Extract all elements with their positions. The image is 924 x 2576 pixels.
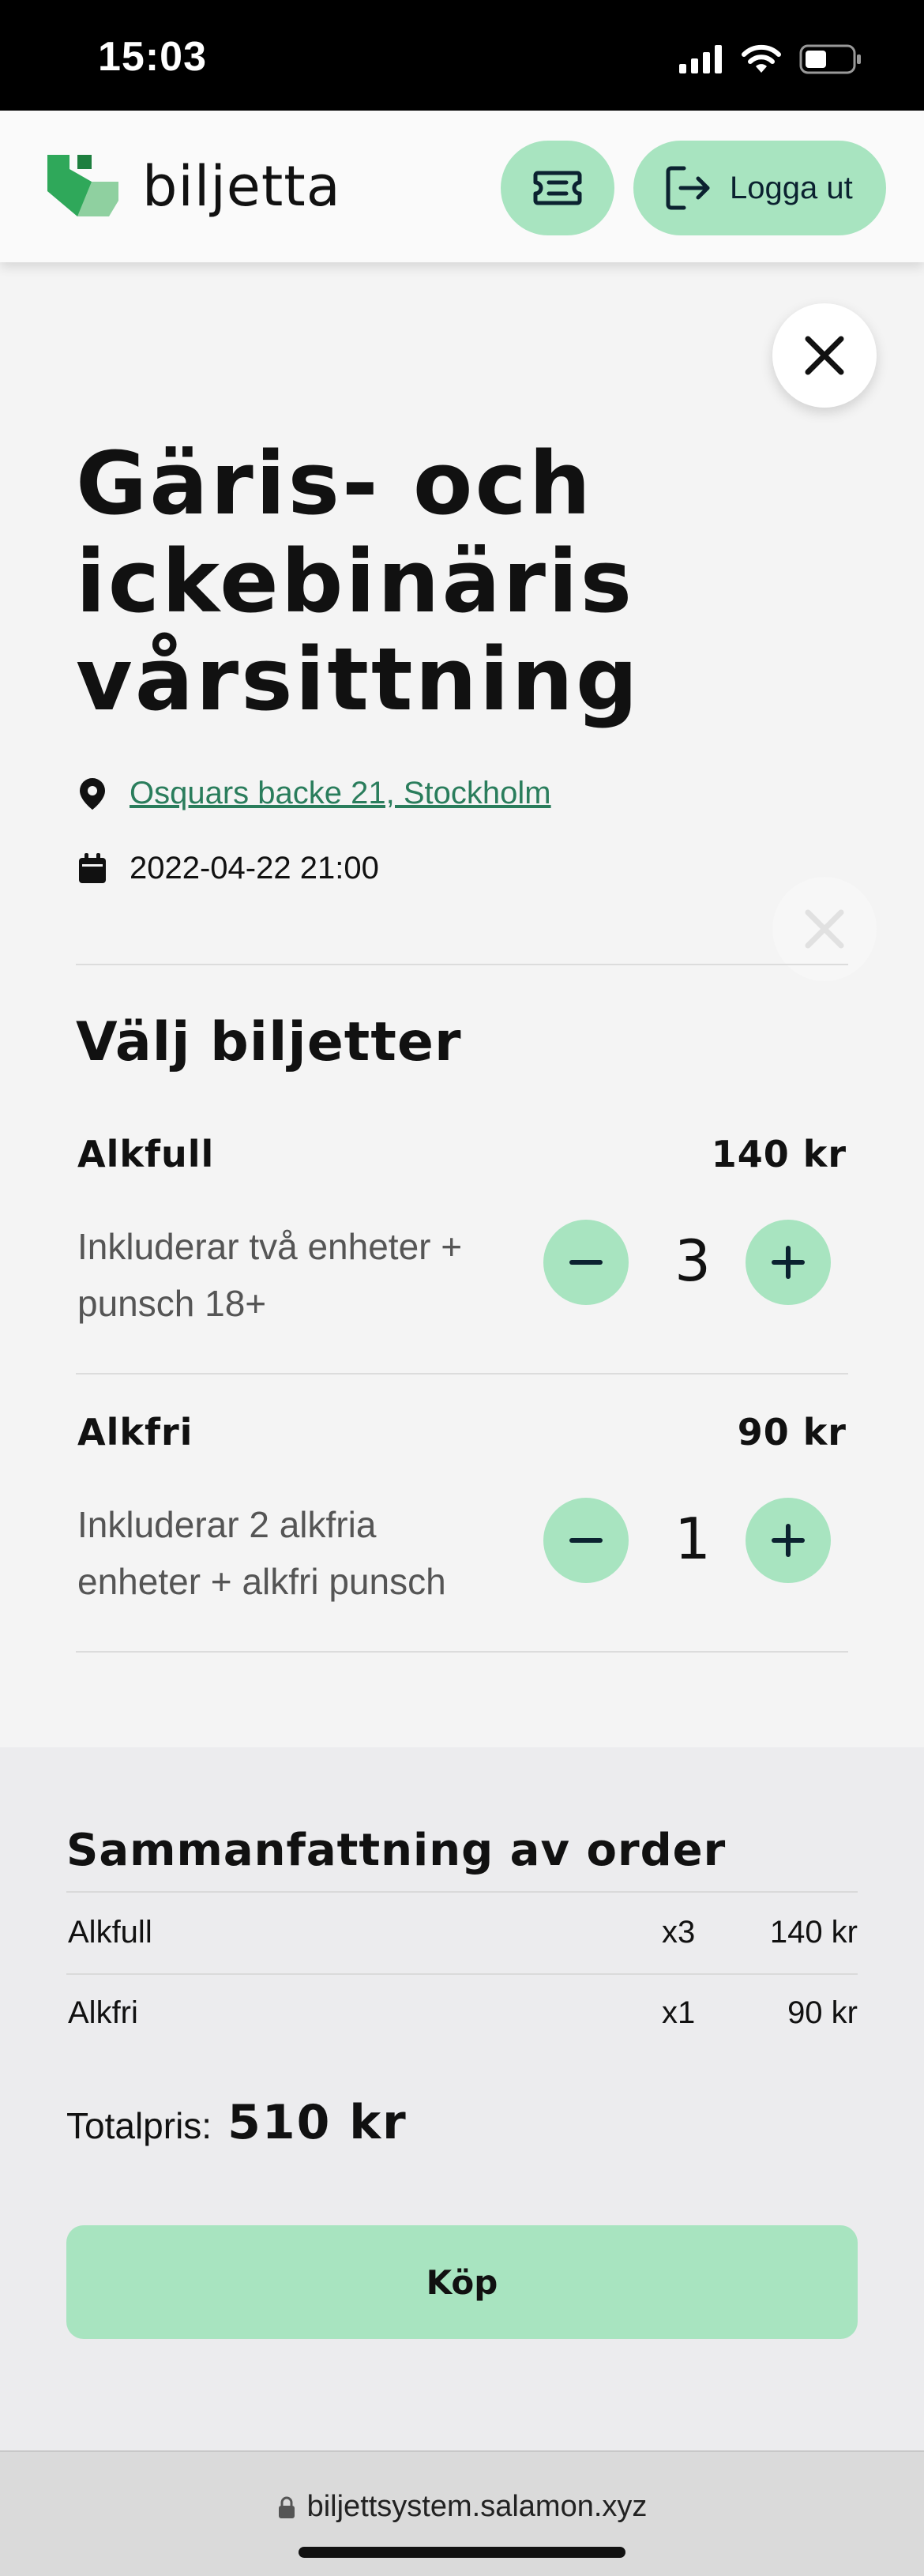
tickets-button[interactable] — [501, 141, 614, 235]
location-pin-icon — [80, 777, 105, 810]
event-location: Osquars backe 21, Stockholm — [77, 776, 551, 811]
plus-icon — [772, 1246, 805, 1279]
summary-item-name: Alkfull — [68, 1915, 152, 1950]
order-summary: Sammanfattning av order Alkfull x3 140 k… — [0, 1747, 924, 2450]
summary-item-price: 140 kr — [769, 1915, 858, 1950]
home-indicator[interactable] — [299, 2547, 625, 2558]
summary-item-name: Alkfri — [68, 1995, 138, 2030]
ticket-price: 140 kr — [711, 1133, 847, 1175]
event-title: Gäris- och ickebinäris vårsittning — [76, 433, 640, 730]
logout-button[interactable]: Logga ut — [633, 141, 886, 235]
quantity-value: 1 — [674, 1506, 711, 1572]
logout-label: Logga ut — [730, 170, 853, 205]
increase-quantity-button[interactable] — [746, 1498, 831, 1583]
increase-quantity-button[interactable] — [746, 1220, 831, 1305]
lock-icon — [278, 2496, 295, 2518]
status-bar: 15:03 — [0, 0, 924, 111]
ticket-icon — [533, 171, 582, 205]
logo-icon — [47, 155, 118, 216]
close-button[interactable] — [772, 303, 877, 408]
close-icon — [805, 909, 844, 949]
app-header: biljetta Logga ut — [0, 111, 924, 262]
browser-url-bar[interactable]: biljettsystem.salamon.xyz — [0, 2450, 924, 2576]
total-value: 510 kr — [227, 2095, 408, 2150]
logo-text: biljetta — [142, 154, 341, 219]
close-icon — [805, 336, 844, 375]
ticket-name: Alkfull — [77, 1133, 215, 1175]
minus-icon — [569, 1538, 603, 1543]
logo[interactable]: biljetta — [46, 153, 341, 220]
url-text: biljettsystem.salamon.xyz — [306, 2490, 648, 2523]
divider — [76, 964, 848, 965]
event-datetime: 2022-04-22 21:00 — [130, 851, 379, 886]
minus-icon — [569, 1260, 603, 1265]
tickets-section-title: Välj biljetter — [76, 1011, 462, 1074]
quantity-value: 3 — [674, 1228, 711, 1294]
decrease-quantity-button[interactable] — [543, 1498, 629, 1583]
ticket-description: Inkluderar 2 alkfria enheter + alkfri pu… — [77, 1504, 446, 1602]
summary-item-count: x3 — [662, 1915, 696, 1950]
divider — [76, 1651, 848, 1653]
plus-icon — [772, 1524, 805, 1557]
logout-icon — [666, 166, 710, 210]
divider — [76, 1373, 848, 1374]
location-link[interactable]: Osquars backe 21, Stockholm — [130, 776, 551, 811]
battery-icon — [799, 44, 861, 74]
decrease-quantity-button[interactable] — [543, 1220, 629, 1305]
wifi-icon — [742, 44, 781, 73]
event-detail: Gäris- och ickebinäris vårsittning Osqua… — [0, 262, 924, 1747]
signal-icon — [679, 45, 722, 73]
url-display: biljettsystem.salamon.xyz — [0, 2490, 924, 2524]
summary-item-price: 90 kr — [787, 1995, 858, 2030]
status-time: 15:03 — [98, 34, 207, 80]
status-icons — [679, 41, 862, 77]
summary-item-count: x1 — [662, 1995, 696, 2030]
ticket-name: Alkfri — [77, 1411, 193, 1453]
ticket-description: Inkluderar två enheter + punsch 18+ — [77, 1226, 463, 1324]
summary-title: Sammanfattning av order — [66, 1825, 727, 1876]
calendar-icon — [79, 852, 106, 883]
total-label: Totalpris: — [66, 2105, 212, 2146]
summary-row: Alkfri x1 90 kr — [66, 1973, 858, 2052]
ticket-price: 90 kr — [737, 1411, 847, 1453]
summary-row: Alkfull x3 140 kr — [66, 1893, 858, 1972]
close-button-ghost — [772, 877, 877, 981]
buy-button[interactable]: Köp — [66, 2225, 858, 2339]
event-date: 2022-04-22 21:00 — [77, 851, 379, 886]
total-price: Totalpris: 510 kr — [66, 2095, 408, 2150]
